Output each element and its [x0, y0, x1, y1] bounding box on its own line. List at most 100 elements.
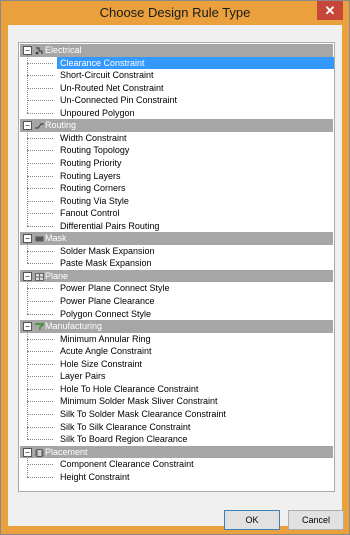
rule-label: Fanout Control: [60, 208, 120, 219]
tree-connector: [27, 351, 53, 353]
dialog-body: − Electrical Clearance Constraint Short-Cir…: [8, 25, 344, 530]
rule-label: Minimum Solder Mask Sliver Constraint: [60, 396, 218, 407]
rule-label: Routing Corners: [60, 183, 126, 194]
rule-type-tree[interactable]: − Electrical Clearance Constraint Short-Cir…: [18, 42, 335, 492]
close-button[interactable]: ✕: [317, 1, 343, 20]
tree-guide-line: [27, 280, 28, 314]
rule-item[interactable]: Routing Corners: [19, 182, 334, 195]
category-label: Electrical: [45, 45, 82, 55]
category-electrical[interactable]: − Electrical: [20, 44, 333, 57]
rule-label: Polygon Connect Style: [60, 308, 152, 319]
category-label: Routing: [45, 120, 77, 131]
rule-item[interactable]: Clearance Constraint: [19, 56, 334, 70]
tree-connector: [27, 263, 53, 265]
rule-item[interactable]: Silk To Board Region Clearance: [19, 433, 334, 446]
rule-item[interactable]: Fanout Control: [19, 207, 334, 220]
tree-connector: [27, 200, 53, 202]
rule-label: Solder Mask Expansion: [60, 245, 155, 256]
rule-item[interactable]: Silk To Silk Clearance Constraint: [19, 421, 334, 434]
rule-item[interactable]: Power Plane Clearance: [19, 295, 334, 308]
rule-label: Height Constraint: [60, 471, 130, 482]
rule-item[interactable]: Short-Circuit Constraint: [19, 69, 334, 82]
tree-connector: [27, 188, 53, 190]
tree-connector: [27, 87, 53, 89]
tree-guide-line: [27, 330, 28, 440]
tree-connector: [27, 401, 53, 403]
category-placement[interactable]: − Placement: [20, 445, 333, 459]
rule-item[interactable]: Component Clearance Constraint: [19, 458, 334, 471]
rule-label: Hole Size Constraint: [60, 358, 143, 369]
rule-item[interactable]: Unpoured Polygon: [19, 107, 334, 120]
rule-item[interactable]: Solder Mask Expansion: [19, 245, 334, 258]
rule-item[interactable]: Routing Layers: [19, 170, 334, 183]
tree-guide-line: [27, 242, 28, 264]
tree-connector: [27, 213, 53, 215]
rule-label: Paste Mask Expansion: [60, 258, 152, 269]
tree-connector: [27, 301, 53, 302]
cancel-button[interactable]: Cancel: [288, 510, 344, 530]
category-label: Placement: [45, 446, 88, 457]
rule-label: Width Constraint: [60, 132, 127, 143]
rule-label: Component Clearance Constraint: [60, 459, 194, 470]
category-manufacturing[interactable]: − Manufacturing: [20, 320, 333, 333]
tree-guide-line: [27, 54, 28, 113]
rule-label: Silk To Board Region Clearance: [60, 434, 188, 445]
rule-item[interactable]: Routing Priority: [19, 157, 334, 170]
rule-item[interactable]: Routing Via Style: [19, 195, 334, 208]
rule-label: Minimum Annular Ring: [60, 333, 151, 344]
rule-label: Hole To Hole Clearance Constraint: [60, 383, 199, 394]
rule-item[interactable]: Minimum Solder Mask Sliver Constraint: [19, 395, 334, 408]
tree-connector: [27, 150, 53, 152]
tree-connector: [27, 100, 53, 102]
rule-label: Power Plane Clearance: [60, 296, 155, 306]
rule-label: Short-Circuit Constraint: [60, 70, 154, 81]
rule-item[interactable]: Hole To Hole Clearance Constraint: [19, 383, 334, 396]
rule-item[interactable]: Layer Pairs: [19, 370, 334, 383]
routing-icon: [35, 121, 44, 129]
category-mask[interactable]: − Mask: [20, 232, 333, 245]
tree-connector: [27, 175, 53, 177]
tree-connector: [27, 388, 53, 390]
rule-item[interactable]: Hole Size Constraint: [19, 358, 334, 371]
category-routing[interactable]: − Routing: [20, 119, 333, 132]
rule-item[interactable]: Silk To Solder Mask Clearance Constraint: [19, 408, 334, 421]
tree-connector: [27, 313, 53, 315]
tree-connector: [27, 439, 53, 441]
ok-button[interactable]: OK: [224, 510, 280, 530]
rule-item[interactable]: Acute Angle Constraint: [19, 345, 334, 358]
manufacturing-icon: [35, 322, 47, 331]
tree-connector: [27, 225, 53, 227]
rule-label: Unpoured Polygon: [60, 107, 135, 118]
dialog-window: Choose Design Rule Type ✕ − Electrical Cle…: [0, 0, 350, 535]
rule-item[interactable]: Minimum Annular Ring: [19, 333, 334, 346]
rule-item[interactable]: Height Constraint: [19, 471, 334, 484]
rule-label: Clearance Constraint: [57, 56, 334, 70]
rule-item[interactable]: Routing Topology: [19, 144, 334, 157]
tree-connector: [27, 376, 53, 378]
rule-item[interactable]: Width Constraint: [19, 132, 334, 145]
tree-connector: [27, 288, 53, 290]
tree-connector: [27, 75, 53, 77]
category-label: Manufacturing: [45, 321, 103, 332]
rule-label: Un-Connected Pin Constraint: [60, 95, 178, 106]
tree-connector: [27, 413, 53, 415]
rule-label: Acute Angle Constraint: [60, 346, 152, 357]
mask-icon: [35, 234, 44, 242]
rule-label: Differential Pairs Routing: [60, 220, 160, 231]
rule-item[interactable]: Paste Mask Expansion: [19, 257, 334, 270]
tree-connector: [27, 338, 53, 340]
tree-connector: [27, 162, 53, 164]
category-label: Mask: [45, 233, 67, 244]
rule-label: Power Plane Connect Style: [60, 283, 170, 294]
rule-item[interactable]: Power Plane Connect Style: [19, 282, 334, 295]
category-plane[interactable]: − Plane: [20, 269, 333, 283]
rule-item[interactable]: Un-Connected Pin Constraint: [19, 94, 334, 107]
rule-item[interactable]: Differential Pairs Routing: [19, 220, 334, 233]
tree-guide-line: [27, 129, 28, 226]
title-bar[interactable]: Choose Design Rule Type ✕: [1, 1, 349, 25]
rule-item[interactable]: Polygon Connect Style: [19, 308, 334, 321]
tree-connector: [27, 426, 53, 428]
rule-item[interactable]: Un-Routed Net Constraint: [19, 82, 334, 95]
rule-label: Un-Routed Net Constraint: [60, 82, 164, 93]
tree-connector: [27, 62, 53, 64]
